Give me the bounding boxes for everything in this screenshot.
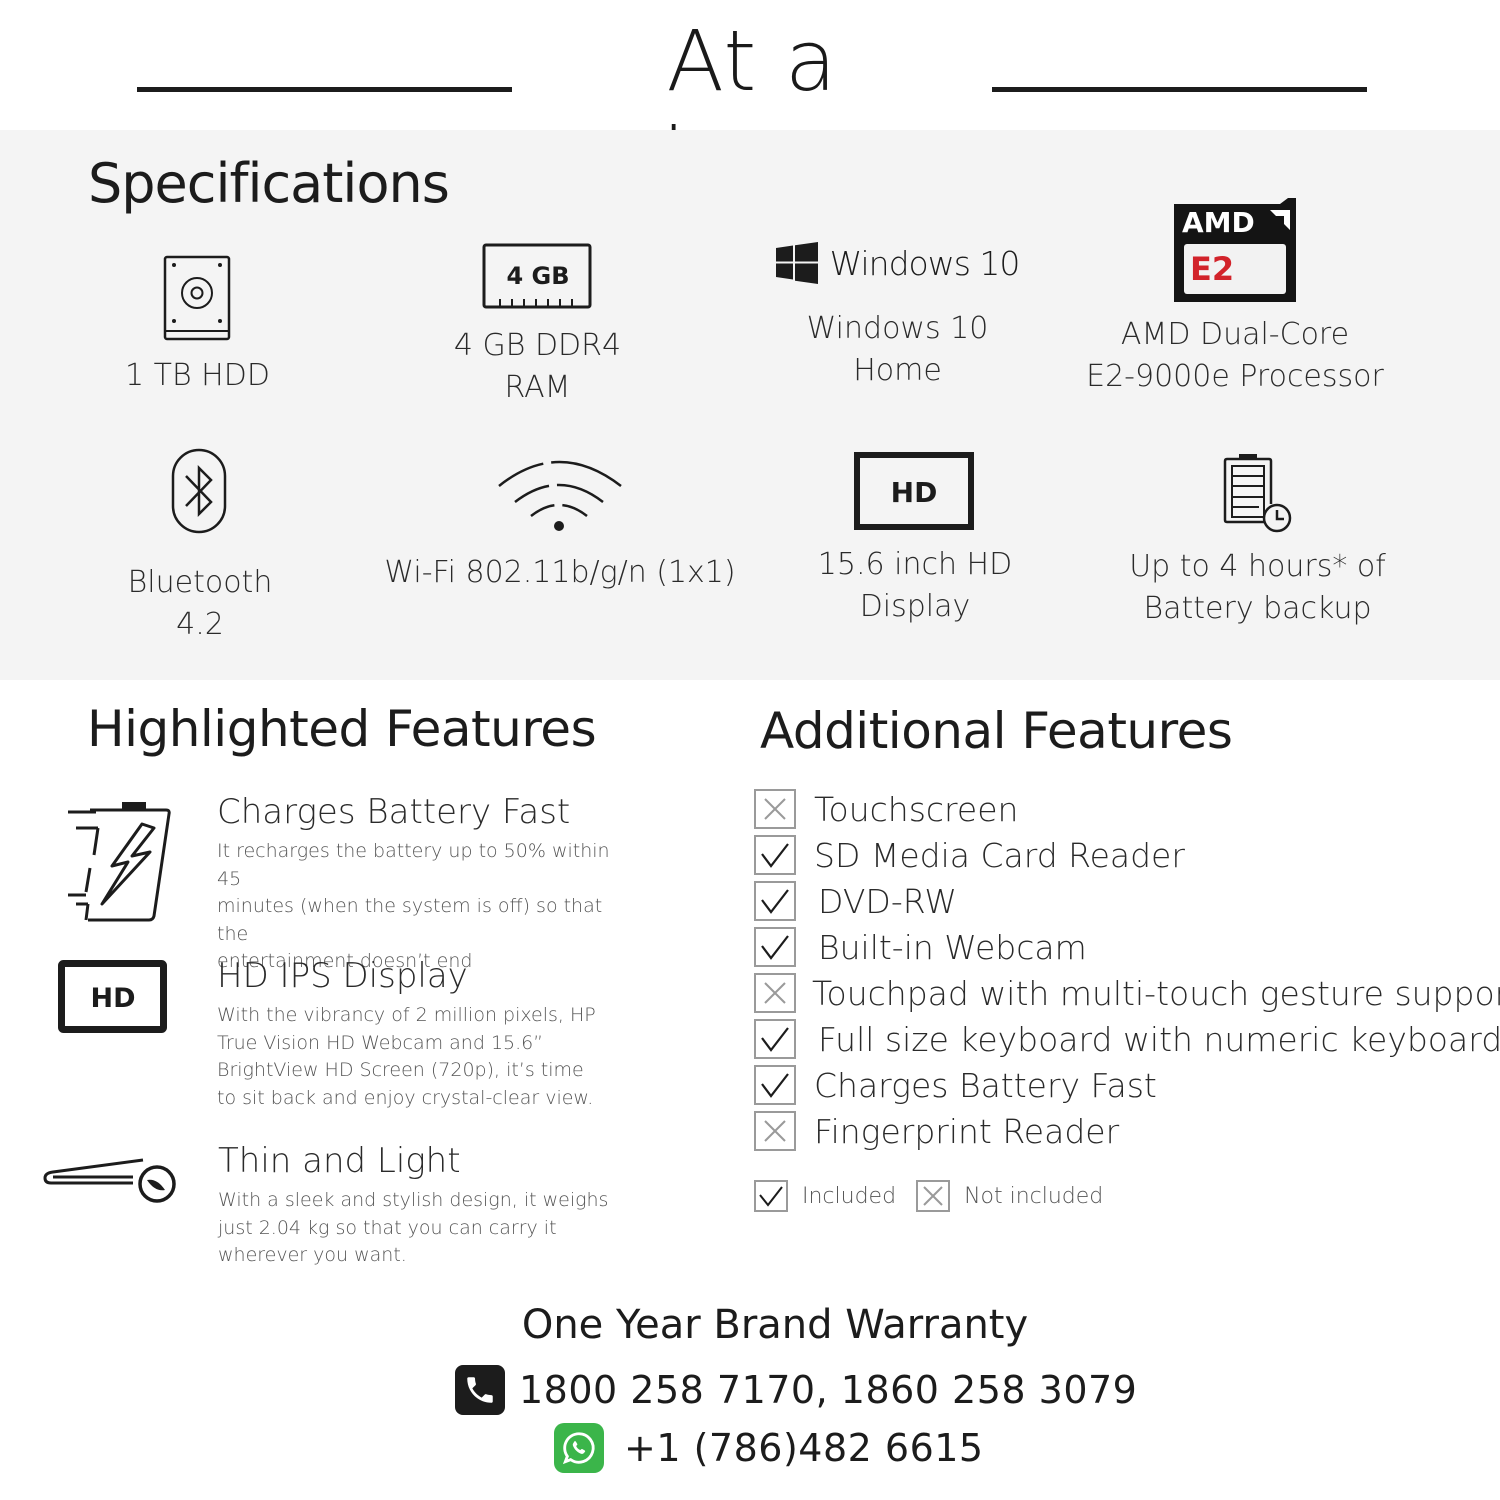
feature-label: Charges Battery Fast — [814, 1065, 1157, 1105]
spec-label: Battery backup — [1143, 591, 1372, 626]
specifications-heading: Specifications — [88, 152, 450, 215]
legend-not-included-label: Not included — [964, 1183, 1104, 1209]
spec-label: E2-9000e Processor — [1086, 359, 1384, 394]
additional-feature-row: Fingerprint Reader — [754, 1108, 1500, 1154]
spec-label: Home — [853, 353, 942, 388]
additional-feature-row: Full size keyboard with numeric keyboard — [754, 1016, 1500, 1062]
hd-text: HD — [891, 476, 938, 509]
spec-label: Display — [859, 589, 971, 624]
highlighted-feature-hd-display: HD IPS Display With the vibrancy of 2 mi… — [217, 956, 637, 1112]
amd-text: AMD — [1182, 206, 1255, 239]
phone-contact: 1800 258 7170, 1860 258 3079 — [455, 1365, 1137, 1415]
phone-numbers: 1800 258 7170, 1860 258 3079 — [519, 1368, 1138, 1412]
feature-title: HD IPS Display — [217, 956, 468, 996]
amd-e2-badge-icon: AMD E2 — [1174, 198, 1296, 302]
features-legend: Included Not included — [754, 1180, 1123, 1212]
additional-features-list: Touchscreen SD Media Card Reader DVD-RW Bui… — [754, 786, 1500, 1154]
additional-feature-row: Charges Battery Fast — [754, 1062, 1500, 1108]
spec-label: Wi-Fi 802.11b/g/n (1x1) — [384, 555, 736, 590]
feature-title: Charges Battery Fast — [217, 792, 571, 832]
spec-os: Windows 10 Windows 10 Home — [770, 240, 1025, 392]
hd-display-icon: HD — [58, 960, 167, 1033]
additional-feature-row: Touchscreen — [754, 786, 1500, 832]
spec-label: Up to 4 hours* of — [1129, 549, 1386, 584]
cross-icon — [754, 789, 796, 829]
feature-description: With a sleek and stylish design, it weig… — [218, 1189, 609, 1266]
windows-logo-icon — [775, 242, 818, 284]
highlighted-features-heading: Highlighted Features — [87, 700, 597, 758]
feature-label: Touchscreen — [814, 789, 1019, 829]
hd-display-icon: HD — [854, 452, 974, 530]
whatsapp-icon — [554, 1423, 604, 1473]
highlighted-feature-thin-light: Thin and Light With a sleek and stylish … — [218, 1141, 638, 1270]
cross-icon — [754, 973, 796, 1013]
spec-bluetooth: Bluetooth 4.2 — [100, 448, 300, 646]
additional-feature-row: Touchpad with multi-touch gesture suppor… — [754, 970, 1500, 1016]
memory-module-icon: 4 GB — [482, 243, 591, 309]
check-icon — [754, 927, 796, 967]
additional-features-heading: Additional Features — [760, 702, 1233, 760]
whatsapp-contact: +1 (786)482 6615 — [554, 1423, 984, 1473]
spec-label: 4.2 — [176, 607, 224, 642]
spec-label: 4 GB DDR4 — [453, 328, 622, 363]
cross-icon — [754, 1111, 796, 1151]
warranty-title: One Year Brand Warranty — [521, 1302, 1029, 1348]
wifi-icon — [498, 460, 622, 531]
feature-description: With the vibrancy of 2 million pixels, H… — [217, 1004, 596, 1109]
additional-feature-row: SD Media Card Reader — [754, 832, 1500, 878]
spec-storage: 1 TB HDD — [100, 255, 295, 397]
header-rule-right — [992, 87, 1367, 92]
spec-processor: AMD E2 AMD Dual-Core E2-9000e Processor — [1070, 198, 1400, 398]
additional-feature-row: Built-in Webcam — [754, 924, 1500, 970]
feature-label: Built-in Webcam — [818, 927, 1087, 967]
feature-label: SD Media Card Reader — [814, 835, 1185, 875]
battery-clock-icon — [1223, 454, 1291, 533]
fast-charge-battery-icon — [68, 802, 171, 922]
feature-title: Thin and Light — [218, 1141, 461, 1181]
header: At a glance — [0, 0, 1500, 208]
bluetooth-icon — [171, 448, 227, 534]
feature-label: DVD-RW — [818, 881, 957, 921]
memory-icon-text: 4 GB — [506, 262, 569, 290]
spec-label: 15.6 inch HD — [817, 547, 1013, 582]
thin-laptop-feather-icon — [43, 1158, 176, 1203]
check-icon — [754, 1019, 796, 1059]
spec-label: 1 TB HDD — [125, 358, 270, 393]
spec-wifi: Wi-Fi 802.11b/g/n (1x1) — [380, 452, 740, 594]
spec-label: Windows 10 — [806, 311, 989, 346]
spec-display: HD 15.6 inch HD Display — [790, 452, 1040, 628]
feature-label: Fingerprint Reader — [814, 1111, 1120, 1151]
not-included-checkbox-icon — [916, 1180, 951, 1212]
feature-description: It recharges the battery up to 50% withi… — [217, 840, 610, 972]
spec-label: Bluetooth — [127, 565, 273, 600]
spec-label: AMD Dual-Core — [1120, 317, 1350, 352]
highlighted-feature-fast-charge: Charges Battery Fast It recharges the ba… — [217, 792, 637, 976]
feature-label: Full size keyboard with numeric keyboard — [818, 1019, 1500, 1059]
included-checkbox-icon — [754, 1180, 788, 1212]
spec-label: RAM — [504, 370, 571, 405]
check-icon — [754, 1065, 796, 1105]
hd-text: HD — [90, 983, 135, 1014]
check-icon — [754, 835, 796, 875]
header-rule-left — [137, 87, 512, 92]
e2-text: E2 — [1190, 250, 1234, 288]
spec-battery: Up to 4 hours* of Battery backup — [1105, 452, 1410, 630]
spec-memory: 4 GB 4 GB DDR4 RAM — [420, 243, 655, 409]
hard-drive-icon — [163, 255, 230, 341]
check-icon — [754, 881, 796, 921]
phone-icon — [455, 1365, 505, 1415]
legend-included-label: Included — [802, 1183, 897, 1209]
additional-feature-row: DVD-RW — [754, 878, 1500, 924]
specifications-panel: Specifications 1 TB HDD 4 GB 4 GB DDR4 R… — [0, 130, 1500, 680]
windows-logo-text: Windows 10 — [829, 243, 1021, 283]
whatsapp-number: +1 (786)482 6615 — [624, 1426, 984, 1470]
feature-label: Touchpad with multi-touch gesture suppor… — [812, 973, 1500, 1013]
